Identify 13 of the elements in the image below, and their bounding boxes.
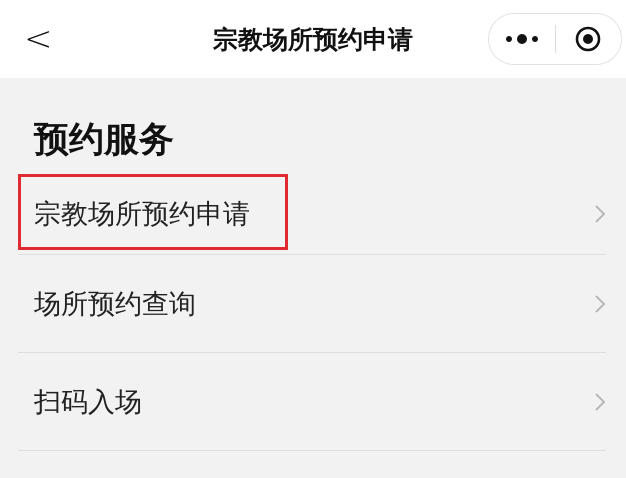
menu-item-label: 宗教场所预约申请 (33, 198, 250, 232)
menu-item-label: 扫码入场 (33, 386, 142, 420)
menu-item[interactable]: 场所预约查询 (18, 255, 606, 353)
menu-item[interactable]: 宗教场所预约申请 (18, 174, 606, 255)
menu-item[interactable]: 扫码入场 (18, 353, 606, 451)
back-button[interactable]: < (18, 22, 58, 56)
section-title: 预约服务 (34, 120, 174, 160)
chevron-icon (594, 204, 606, 224)
menu-item-label: 场所预约查询 (33, 288, 196, 322)
chevron-icon (594, 294, 606, 314)
window-title: 宗教场所预约申请 (213, 24, 413, 54)
more-icon[interactable] (504, 33, 539, 45)
chevron-icon (594, 392, 606, 412)
